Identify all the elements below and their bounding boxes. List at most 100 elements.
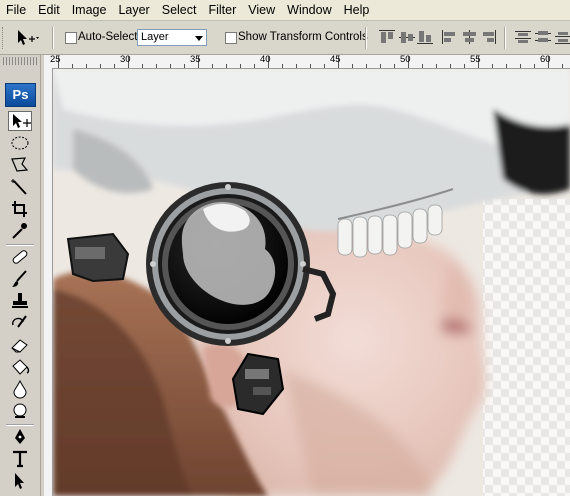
- paint-bucket-icon: [12, 359, 30, 375]
- auto-select-dropdown[interactable]: Layer: [137, 29, 207, 46]
- document-canvas[interactable]: [53, 69, 570, 496]
- ruler-minor-tick: [422, 64, 423, 68]
- ruler-minor-tick: [86, 64, 87, 68]
- bandage-icon: [12, 250, 28, 264]
- ruler-minor-tick: [352, 64, 353, 68]
- ruler-minor-tick: [534, 64, 535, 68]
- dodge-tool[interactable]: [8, 401, 32, 421]
- align-horizontal-centers-icon[interactable]: [460, 29, 478, 45]
- ruler-minor-tick: [72, 64, 73, 68]
- ruler-minor-tick: [240, 64, 241, 68]
- tools-separator: [6, 424, 34, 426]
- options-bar: Auto-Select: Show Transform Controls: [0, 21, 570, 55]
- menu-help[interactable]: Help: [338, 0, 376, 20]
- ruler-label: 40: [260, 54, 271, 65]
- tools-panel-grip[interactable]: [3, 57, 37, 65]
- auto-select-checkbox[interactable]: [65, 32, 77, 44]
- menu-window[interactable]: Window: [281, 0, 337, 20]
- menu-select[interactable]: Select: [156, 0, 203, 20]
- ruler-label: 50: [400, 54, 411, 65]
- ruler-minor-tick: [366, 64, 367, 68]
- brush-icon: [12, 270, 27, 287]
- path-selection-tool[interactable]: [8, 471, 32, 491]
- ruler-minor-tick: [156, 64, 157, 68]
- options-separator: [52, 27, 54, 49]
- distribute-top-edges-icon[interactable]: [514, 29, 532, 45]
- ruler-minor-tick: [226, 64, 227, 68]
- move-tool-icon: [18, 30, 39, 45]
- blur-tool[interactable]: [8, 379, 32, 399]
- menu-layer[interactable]: Layer: [112, 0, 155, 20]
- ruler-minor-tick: [296, 64, 297, 68]
- tools-separator: [6, 244, 34, 246]
- ruler-minor-tick: [394, 64, 395, 68]
- ruler-minor-tick: [380, 64, 381, 68]
- ruler-minor-tick: [142, 64, 143, 68]
- menu-image[interactable]: Image: [66, 0, 113, 20]
- water-drop-icon: [13, 379, 27, 399]
- ruler-minor-tick: [464, 64, 465, 68]
- lasso-tool[interactable]: [8, 155, 32, 175]
- type-tool[interactable]: [8, 449, 32, 469]
- paint-bucket-tool[interactable]: [8, 357, 32, 377]
- ruler-minor-tick: [184, 64, 185, 68]
- brush-tool[interactable]: [8, 269, 32, 289]
- healing-brush-tool[interactable]: [8, 247, 32, 267]
- menu-view[interactable]: View: [242, 0, 281, 20]
- pen-tool[interactable]: [8, 427, 32, 447]
- align-vertical-centers-icon[interactable]: [398, 29, 416, 45]
- show-transform-label: Show Transform Controls: [238, 31, 368, 43]
- type-icon: [13, 450, 27, 468]
- ruler-minor-tick: [562, 64, 563, 68]
- ruler-minor-tick: [212, 64, 213, 68]
- polygonal-lasso-icon: [11, 157, 29, 172]
- options-separator: [365, 27, 367, 49]
- ruler-minor-tick: [310, 64, 311, 68]
- eyedropper-tool[interactable]: [8, 221, 32, 241]
- clone-stamp-tool[interactable]: [8, 291, 32, 311]
- dodge-icon: [13, 403, 27, 418]
- eyedropper-icon: [12, 223, 27, 239]
- artwork-image: [53, 69, 570, 496]
- history-brush-icon: [12, 315, 27, 328]
- align-top-edges-icon[interactable]: [378, 29, 396, 45]
- marquee-tool[interactable]: [8, 133, 32, 153]
- ruler-minor-tick: [450, 64, 451, 68]
- distribute-bottom-edges-icon[interactable]: [554, 29, 570, 45]
- horizontal-ruler[interactable]: 25 30 35 40 45 50 55 60: [44, 54, 570, 69]
- magic-wand-tool[interactable]: [8, 177, 32, 197]
- options-grip[interactable]: [2, 27, 6, 49]
- distribute-vertical-centers-icon[interactable]: [534, 29, 552, 45]
- move-tool[interactable]: [8, 111, 32, 131]
- menu-filter[interactable]: Filter: [202, 0, 242, 20]
- photoshop-logo[interactable]: Ps: [5, 83, 36, 107]
- history-brush-tool[interactable]: [8, 313, 32, 333]
- path-selection-icon: [15, 473, 24, 489]
- move-tool-icon: [13, 114, 31, 128]
- align-left-edges-icon[interactable]: [440, 29, 458, 45]
- options-separator: [504, 27, 506, 49]
- ruler-label: 25: [50, 54, 61, 65]
- ruler-minor-tick: [254, 64, 255, 68]
- crop-tool[interactable]: [8, 199, 32, 219]
- menu-edit[interactable]: Edit: [32, 0, 66, 20]
- align-bottom-edges-icon[interactable]: [416, 29, 434, 45]
- pen-icon: [15, 429, 25, 444]
- crop-icon: [12, 201, 27, 217]
- ruler-label: 35: [190, 54, 201, 65]
- stamp-icon: [12, 293, 28, 308]
- ruler-minor-tick: [492, 64, 493, 68]
- ruler-minor-tick: [520, 64, 521, 68]
- magic-wand-icon: [11, 179, 27, 195]
- eraser-tool[interactable]: [8, 335, 32, 355]
- align-right-edges-icon[interactable]: [480, 29, 498, 45]
- ruler-minor-tick: [100, 64, 101, 68]
- chevron-down-icon: [195, 36, 203, 41]
- tool-preset-picker[interactable]: [14, 28, 40, 48]
- show-transform-checkbox[interactable]: [225, 32, 237, 44]
- tools-panel: Ps: [0, 55, 41, 496]
- ruler-minor-tick: [170, 64, 171, 68]
- vertical-ruler[interactable]: [44, 68, 53, 496]
- auto-select-value: Layer: [141, 31, 169, 43]
- menu-file[interactable]: File: [0, 0, 32, 20]
